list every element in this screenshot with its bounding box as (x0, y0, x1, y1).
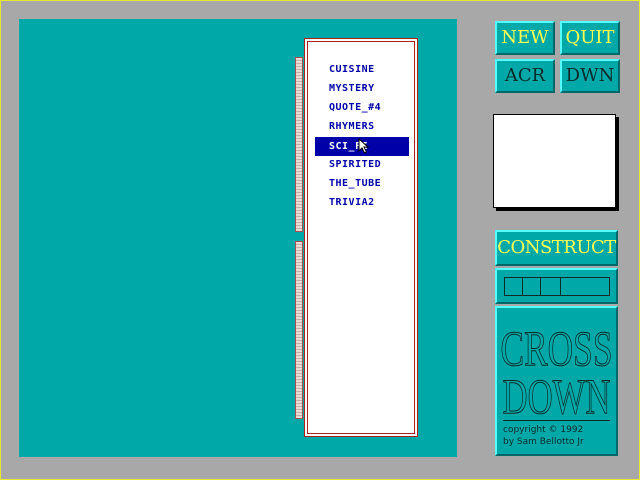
scroll-up-rail[interactable] (295, 57, 303, 232)
author-text: by Sam Bellotto Jr (503, 437, 584, 447)
crossdown-logo: CROSS DOWN copyright © 1992 by Sam Bello… (495, 306, 618, 456)
progress-segment (505, 278, 523, 295)
quit-button[interactable]: QUIT (560, 21, 620, 55)
mouse-pointer-icon (358, 138, 370, 154)
progress-segment (523, 278, 541, 295)
copyright-text: copyright © 1992 (503, 425, 584, 435)
list-item[interactable]: THE_TUBE (315, 174, 409, 193)
list-item[interactable]: MYSTERY (315, 79, 409, 98)
logo-line2: DOWN (503, 368, 611, 420)
list-item[interactable]: RHYMERS (315, 117, 409, 136)
list-item[interactable]: SPIRITED (315, 155, 409, 174)
list-item[interactable]: QUOTE_#4 (315, 98, 409, 117)
new-button[interactable]: NEW (495, 21, 555, 55)
across-button[interactable]: ACR (495, 59, 555, 93)
progress-segment (561, 278, 609, 295)
puzzle-list: CUISINE MYSTERY QUOTE_#4 RHYMERS SCI_FI … (304, 38, 418, 437)
progress-panel (495, 268, 618, 304)
clue-display (493, 114, 616, 208)
progress-segment (541, 278, 561, 295)
list-item[interactable]: CUISINE (315, 60, 409, 79)
progress-meter (504, 277, 610, 296)
logo-title: CROSS DOWN (500, 320, 613, 421)
scroll-down-rail[interactable] (295, 241, 303, 419)
logo-divider (503, 420, 610, 421)
construct-button[interactable]: CONSTRUCT (495, 230, 618, 266)
down-button[interactable]: DWN (560, 59, 620, 93)
list-item[interactable]: TRIVIA2 (315, 193, 409, 212)
